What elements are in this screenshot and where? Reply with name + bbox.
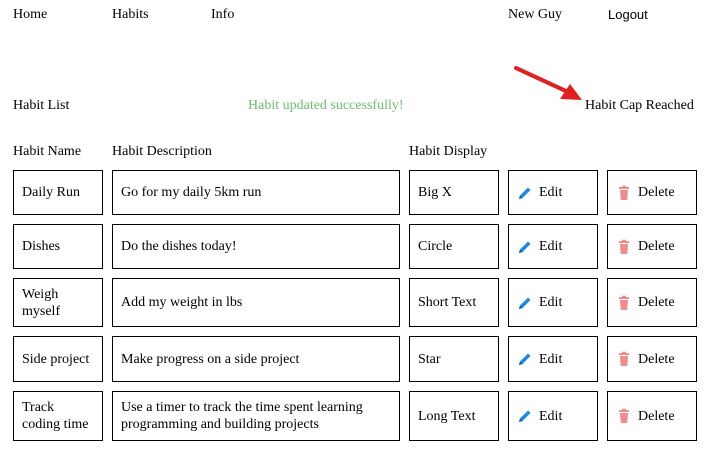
habit-cap-message: Habit Cap Reached: [585, 98, 694, 113]
habit-description-cell: Use a timer to track the time spent lear…: [112, 391, 400, 441]
nav-habits-link[interactable]: Habits: [112, 7, 149, 23]
delete-button-label: Delete: [638, 295, 675, 310]
trash-icon: [619, 185, 629, 200]
edit-button-label: Edit: [539, 185, 563, 200]
page-title: Habit List: [13, 98, 70, 113]
delete-button[interactable]: Delete: [607, 336, 697, 382]
delete-button-label: Delete: [638, 408, 675, 424]
edit-button-label: Edit: [539, 408, 563, 424]
success-message: Habit updated successfully!: [248, 98, 404, 113]
habit-display-cell: Long Text: [409, 391, 499, 441]
pencil-icon: [519, 297, 531, 309]
habit-name-cell: Daily Run: [13, 170, 103, 215]
habit-name-cell: Weigh myself: [13, 278, 103, 327]
edit-button-label: Edit: [539, 295, 563, 310]
delete-button[interactable]: Delete: [607, 278, 697, 327]
column-header-display: Habit Display: [409, 144, 488, 159]
edit-button-label: Edit: [539, 351, 563, 367]
trash-icon: [619, 351, 629, 366]
edit-button[interactable]: Edit: [508, 170, 598, 215]
habit-description-cell: Add my weight in lbs: [112, 278, 400, 327]
column-header-name: Habit Name: [13, 144, 82, 159]
edit-button-label: Edit: [539, 239, 563, 254]
page: Home Habits Info New Guy Logout Habit Li…: [0, 0, 716, 466]
habit-name-cell: Side project: [13, 336, 103, 382]
delete-button-label: Delete: [638, 239, 675, 254]
habit-display-cell: Star: [409, 336, 499, 382]
habit-description-cell: Go for my daily 5km run: [112, 170, 400, 215]
annotation-arrow-icon: [514, 66, 582, 100]
nav-user-link[interactable]: New Guy: [508, 7, 562, 23]
habit-description-cell: Make progress on a side project: [112, 336, 400, 382]
logout-button[interactable]: Logout: [608, 7, 648, 23]
habit-display-cell: Circle: [409, 224, 499, 269]
nav-info-link[interactable]: Info: [211, 7, 234, 23]
habit-display-cell: Big X: [409, 170, 499, 215]
pencil-icon: [519, 353, 531, 365]
pencil-icon: [519, 410, 531, 422]
edit-button[interactable]: Edit: [508, 391, 598, 441]
trash-icon: [619, 239, 629, 254]
delete-button-label: Delete: [638, 185, 675, 200]
edit-button[interactable]: Edit: [508, 278, 598, 327]
column-header-description: Habit Description: [112, 144, 212, 159]
delete-button[interactable]: Delete: [607, 391, 697, 441]
delete-button-label: Delete: [638, 351, 675, 367]
trash-icon: [619, 295, 629, 310]
edit-button[interactable]: Edit: [508, 224, 598, 269]
delete-button[interactable]: Delete: [607, 170, 697, 215]
nav-home-link[interactable]: Home: [13, 7, 47, 23]
pencil-icon: [519, 187, 531, 199]
habit-name-cell: Dishes: [13, 224, 103, 269]
habit-name-cell: Track coding time: [13, 391, 103, 441]
trash-icon: [619, 408, 629, 423]
habit-description-cell: Do the dishes today!: [112, 224, 400, 269]
edit-button[interactable]: Edit: [508, 336, 598, 382]
pencil-icon: [519, 241, 531, 253]
delete-button[interactable]: Delete: [607, 224, 697, 269]
habit-display-cell: Short Text: [409, 278, 499, 327]
